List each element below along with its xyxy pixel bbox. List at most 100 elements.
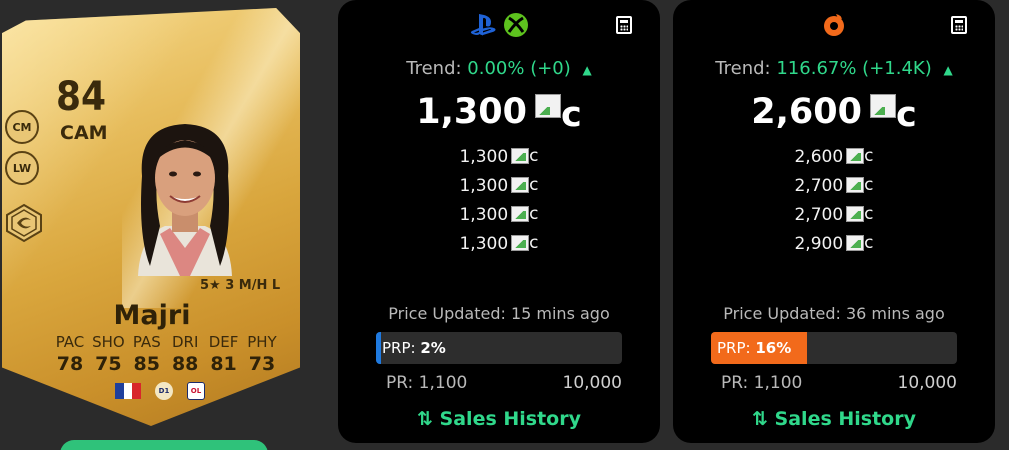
price-list: 2,600 c 2,700 c 2,700 c 2,900 c bbox=[673, 142, 995, 258]
broken-image-icon bbox=[869, 94, 896, 118]
lowest-price: 1,300 c bbox=[338, 92, 660, 133]
trend-label: Trend: bbox=[406, 58, 462, 79]
console-price-panel: Trend: 0.00% (+0) ▲ 1,300 c 1,300 c 1,30… bbox=[338, 0, 660, 443]
coin-alt-text: c bbox=[864, 146, 874, 166]
coin-alt-text: c bbox=[864, 204, 874, 224]
price-range: PR: 1,100 10,000 bbox=[386, 373, 622, 393]
sales-history-link[interactable]: ⇅ Sales History bbox=[338, 408, 660, 430]
sales-history-label: Sales History bbox=[774, 408, 916, 430]
sales-history-label: Sales History bbox=[439, 408, 581, 430]
coin-alt-text: c bbox=[560, 95, 582, 135]
coin-icon: c bbox=[511, 175, 539, 195]
player-card[interactable]: 84 CAM 5★ 3 M/H L Majri PAC SHO PAS DRI … bbox=[2, 8, 300, 426]
prp-text: PRP: 2% bbox=[376, 339, 446, 357]
sort-arrows-icon: ⇅ bbox=[417, 408, 433, 430]
stat-label: DEF bbox=[208, 333, 239, 351]
stat-value: 73 bbox=[248, 353, 276, 375]
playstation-icon bbox=[470, 14, 496, 36]
coin-icon: c bbox=[511, 146, 539, 166]
stat-label: PHY bbox=[247, 333, 277, 351]
platform-icons bbox=[338, 12, 660, 38]
trend-label: Trend: bbox=[715, 58, 771, 79]
coin-alt-text: c bbox=[895, 95, 917, 135]
broken-image-icon bbox=[846, 148, 865, 164]
broken-image-icon bbox=[511, 235, 530, 251]
price-row: 1,300 c bbox=[459, 171, 538, 200]
broken-image-icon bbox=[846, 177, 865, 193]
coin-alt-text: c bbox=[529, 233, 539, 253]
alt-position-badge: CM bbox=[5, 110, 39, 144]
coin-icon: c bbox=[846, 146, 874, 166]
league-badge-icon: D1 bbox=[155, 382, 173, 400]
prp-progress-bar: PRP: 16% bbox=[711, 332, 957, 364]
stat-label: PAS bbox=[132, 333, 161, 351]
coin-alt-text: c bbox=[529, 204, 539, 224]
coin-icon: c bbox=[511, 204, 539, 224]
price-updated-text: Price Updated: 36 mins ago bbox=[723, 304, 945, 323]
playstyle-plus-icon bbox=[6, 203, 42, 243]
pc-price-panel: Trend: 116.67% (+1.4K) ▲ 2,600 c 2,600 c… bbox=[673, 0, 995, 443]
broken-image-icon bbox=[846, 235, 865, 251]
broken-image-icon bbox=[511, 206, 530, 222]
price-value: 1,300 bbox=[459, 204, 509, 225]
coin-alt-text: c bbox=[864, 233, 874, 253]
calculator-icon[interactable] bbox=[616, 16, 632, 34]
coin-alt-text: c bbox=[529, 146, 539, 166]
calculator-icon[interactable] bbox=[951, 16, 967, 34]
origin-icon bbox=[824, 14, 844, 36]
action-button[interactable] bbox=[60, 440, 268, 450]
price-row: 2,700 c bbox=[794, 200, 873, 229]
price-updated-text: Price Updated: 15 mins ago bbox=[388, 304, 610, 323]
price-row: 1,300 c bbox=[459, 142, 538, 171]
price-value: 2,700 bbox=[794, 204, 844, 225]
player-photo bbox=[138, 124, 232, 276]
prp-value: 2% bbox=[420, 339, 446, 357]
stat-value: 85 bbox=[133, 353, 160, 375]
stat-value: 88 bbox=[171, 353, 199, 375]
alt-position-badge: LW bbox=[5, 151, 39, 185]
prp-label: PRP: bbox=[717, 339, 751, 357]
price-list: 1,300 c 1,300 c 1,300 c 1,300 c bbox=[338, 142, 660, 258]
main-price-value: 2,600 bbox=[751, 92, 862, 132]
coin-icon: c bbox=[534, 92, 582, 135]
price-value: 1,300 bbox=[459, 233, 509, 254]
stat-label: SHO bbox=[92, 333, 125, 351]
coin-alt-text: c bbox=[529, 175, 539, 195]
price-row: 2,600 c bbox=[794, 142, 873, 171]
stat-value: 81 bbox=[210, 353, 237, 375]
broken-image-icon bbox=[511, 177, 530, 193]
stat-label: DRI bbox=[171, 333, 199, 351]
trend-up-arrow-icon: ▲ bbox=[943, 63, 953, 77]
trend-text: Trend: 116.67% (+1.4K) ▲ bbox=[673, 58, 995, 79]
sort-arrows-icon: ⇅ bbox=[752, 408, 768, 430]
prp-label: PRP: bbox=[382, 339, 416, 357]
pr-max: 10,000 bbox=[562, 373, 622, 393]
price-range: PR: 1,100 10,000 bbox=[721, 373, 957, 393]
stat-labels: PAC SHO PAS DRI DEF PHY bbox=[51, 333, 281, 351]
player-affiliations: D1 OL bbox=[115, 382, 205, 400]
xbox-icon bbox=[504, 13, 528, 37]
club-badge-icon: OL bbox=[187, 382, 205, 400]
coin-icon: c bbox=[511, 233, 539, 253]
trend-up-arrow-icon: ▲ bbox=[582, 63, 592, 77]
france-flag-icon bbox=[115, 383, 142, 399]
price-value: 2,600 bbox=[794, 146, 844, 167]
coin-icon: c bbox=[846, 204, 874, 224]
sales-history-link[interactable]: ⇅ Sales History bbox=[673, 408, 995, 430]
price-value: 1,300 bbox=[459, 146, 509, 167]
coin-alt-text: c bbox=[864, 175, 874, 195]
trend-value: 116.67% (+1.4K) bbox=[776, 58, 932, 79]
pr-max: 10,000 bbox=[897, 373, 957, 393]
stat-values: 78 75 85 88 81 73 bbox=[51, 353, 281, 375]
player-position: CAM bbox=[60, 122, 108, 144]
stat-label: PAC bbox=[55, 333, 85, 351]
platform-icons bbox=[673, 12, 995, 38]
price-value: 2,900 bbox=[794, 233, 844, 254]
broken-image-icon bbox=[511, 148, 530, 164]
lowest-price: 2,600 c bbox=[673, 92, 995, 133]
price-row: 2,900 c bbox=[794, 229, 873, 258]
pr-min: PR: 1,100 bbox=[721, 373, 803, 393]
trend-text: Trend: 0.00% (+0) ▲ bbox=[338, 58, 660, 79]
coin-icon: c bbox=[869, 92, 917, 135]
main-price-value: 1,300 bbox=[416, 92, 527, 132]
